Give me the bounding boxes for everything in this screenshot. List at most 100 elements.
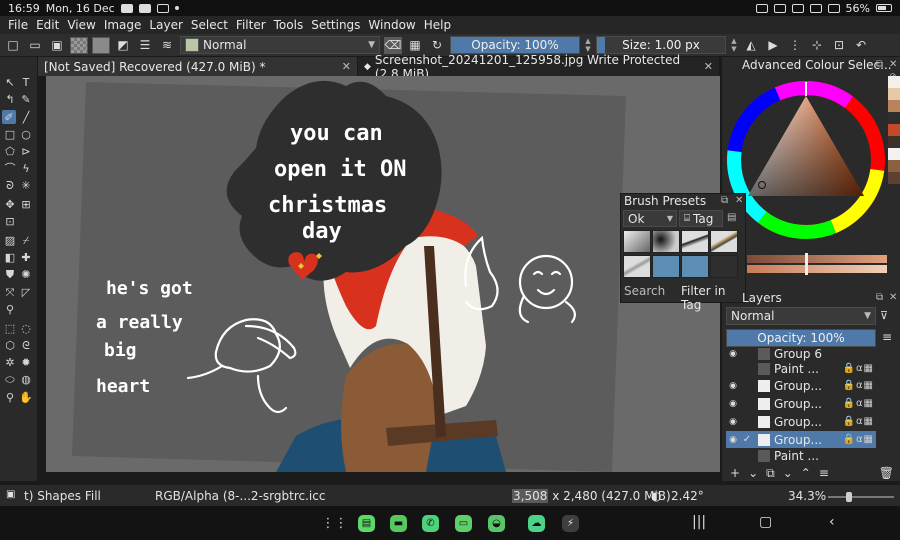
color-picker-icon[interactable]: ⌿ (19, 233, 33, 247)
menu-help[interactable]: Help (420, 18, 455, 32)
swatch[interactable] (888, 88, 900, 100)
menu-image[interactable]: Image (100, 18, 146, 32)
assistant-tool-icon[interactable]: ⤧ (3, 285, 17, 299)
move-layer-down-icon[interactable]: ⌄ (783, 466, 793, 480)
tab-screenshot[interactable]: ◆ Screenshot_20241201_125958.jpg Write P… (358, 53, 720, 81)
wrap-around-icon[interactable]: ⊹ (808, 37, 826, 54)
eye-icon[interactable]: ◉ (726, 349, 740, 359)
docker-close-icon[interactable]: ✕ (735, 195, 743, 206)
tag-button[interactable]: ⌸ Tag (679, 210, 723, 227)
outline-select-icon[interactable]: ᘓ (19, 338, 33, 352)
preserve-alpha-icon[interactable]: ▦ (406, 37, 424, 54)
opacity-spin-icon[interactable]: ▲ ▼ (584, 37, 592, 53)
eraser-mode-icon[interactable]: ⌫ (384, 36, 402, 54)
rect-select-icon[interactable]: ⬚ (3, 321, 17, 335)
measure-tool-icon[interactable]: ◸ (19, 285, 33, 299)
brush-preset-filter-select[interactable]: Ok ▼ (623, 210, 677, 227)
brush-preset-item[interactable] (681, 255, 709, 278)
freehand-path-icon[interactable]: ϟ (19, 161, 33, 175)
zoom-slider[interactable] (828, 492, 894, 502)
back-button-icon[interactable]: ‹ (829, 514, 835, 530)
mirror-vertical-icon[interactable]: ▶ (764, 37, 782, 54)
mirror-horizontal-icon[interactable]: ◭ (742, 37, 760, 54)
swatch[interactable] (888, 148, 900, 160)
slider-handle-icon[interactable] (805, 253, 808, 275)
reload-preset-icon[interactable]: ↻ (428, 37, 446, 54)
menu-settings[interactable]: Settings (307, 18, 364, 32)
save-icon[interactable]: ▣ (48, 37, 66, 54)
blend-mode-select[interactable]: Normal ▼ (180, 36, 380, 54)
canvas-viewport[interactable]: you can open it ON christmas day he's go… (46, 76, 720, 472)
open-folder-icon[interactable]: ▭ (26, 37, 44, 54)
fg-bg-colors-icon[interactable]: ◩ (114, 37, 132, 54)
line-tool-icon[interactable]: ╱ (19, 110, 33, 124)
layer-flags-icon[interactable]: 🔒α▦ (843, 380, 877, 391)
notes-app-icon[interactable]: ▤ (358, 515, 375, 532)
zoom-tool-icon[interactable]: ⚲ (3, 390, 17, 404)
gradient-pattern-swatch[interactable] (70, 36, 88, 54)
brush-preset-item[interactable] (623, 255, 651, 278)
menu-file[interactable]: File (4, 18, 32, 32)
undo-icon[interactable]: ↶ (852, 37, 870, 54)
layer-menu-icon[interactable]: ≡ (882, 330, 892, 344)
gradient-tool-icon[interactable]: ▨ (3, 233, 17, 247)
docker-close-icon[interactable]: ✕ (889, 59, 897, 70)
polyline-tool-icon[interactable]: ⊳ (19, 144, 33, 158)
size-spin-icon[interactable]: ▲ ▼ (730, 37, 738, 53)
menu-edit[interactable]: Edit (32, 18, 63, 32)
layer-row[interactable]: ◉ Group... 🔒α▦ (726, 377, 876, 394)
crop-icon[interactable]: ⊡ (830, 37, 848, 54)
mirror-options-icon[interactable]: ⋮ (786, 37, 804, 54)
magnetic-select-icon[interactable]: ◍ (19, 372, 33, 386)
docker-float-icon[interactable]: ⧉ (721, 195, 728, 206)
color-profile-status[interactable]: RGB/Alpha (8-...2-srgbtrc.icc (155, 489, 325, 503)
layer-flags-icon[interactable]: 🔒α▦ (843, 363, 877, 374)
phone-app-icon[interactable]: ✆ (422, 515, 439, 532)
edit-shapes-icon[interactable]: ↰ (3, 92, 17, 106)
transform-tool-icon[interactable]: ⊞ (19, 197, 33, 211)
move-tool-icon[interactable]: ✥ (3, 197, 17, 211)
polygon-tool-icon[interactable]: ⬠ (3, 144, 17, 158)
pan-tool-icon[interactable]: ✋ (19, 390, 33, 404)
size-slider[interactable]: Size: 1.00 px (596, 36, 726, 54)
brush-editor-icon[interactable]: ☰ (136, 37, 154, 54)
move-layer-up-icon[interactable]: ⌃ (801, 466, 811, 480)
reference-images-icon[interactable]: ⚲ (3, 302, 17, 316)
files-app-icon[interactable]: ▬ (390, 515, 407, 532)
brush-preset-item[interactable] (623, 230, 651, 253)
webtoon-app-icon[interactable]: ◒ (488, 515, 505, 532)
similar-select-icon[interactable]: ✹ (19, 355, 33, 369)
swatch[interactable] (888, 136, 900, 148)
swatch[interactable] (888, 112, 900, 124)
eye-icon[interactable]: ◉ (726, 381, 740, 391)
app-drawer-icon[interactable]: ⋮⋮ (322, 515, 348, 532)
layer-row[interactable]: Paint ... (726, 449, 876, 462)
colour-slider-2[interactable] (747, 265, 887, 273)
rotation-status[interactable]: 2.42° (671, 489, 704, 503)
layer-properties-icon[interactable]: ≡ (819, 466, 829, 480)
bezier-tool-icon[interactable]: ⌒ (3, 161, 17, 175)
dynamic-brush-icon[interactable]: ᘐ (3, 178, 17, 192)
menu-filter[interactable]: Filter (232, 18, 270, 32)
chevron-down-icon[interactable]: ⌄ (748, 466, 758, 480)
close-icon[interactable]: ✕ (704, 60, 713, 73)
recents-button-icon[interactable]: ||| (692, 514, 706, 530)
text-tool-icon[interactable]: T (19, 75, 33, 89)
preset-editor-icon[interactable]: ≋ (158, 37, 176, 54)
layer-flags-icon[interactable]: 🔒α▦ (843, 434, 877, 445)
pattern-swatch[interactable] (92, 36, 110, 54)
ellipse-tool-icon[interactable]: ○ (19, 127, 33, 141)
swatch[interactable] (888, 76, 900, 88)
menu-tools[interactable]: Tools (270, 18, 308, 32)
colorize-mask-icon[interactable]: ◧ (3, 250, 17, 264)
messages-app-icon[interactable]: ▭ (455, 515, 472, 532)
brush-preset-item[interactable] (710, 255, 738, 278)
docker-close-icon[interactable]: ✕ (889, 292, 897, 303)
brush-preset-item[interactable] (652, 230, 680, 253)
colour-slider-1[interactable] (747, 255, 887, 263)
swatch[interactable] (888, 124, 900, 136)
layer-flags-icon[interactable]: 🔒α▦ (843, 398, 877, 409)
ellipse-select-icon[interactable]: ◌ (19, 321, 33, 335)
delete-layer-icon[interactable]: 🗑 (879, 466, 894, 480)
tab-recovered[interactable]: [Not Saved] Recovered (427.0 MiB) * ✕ (38, 57, 358, 76)
